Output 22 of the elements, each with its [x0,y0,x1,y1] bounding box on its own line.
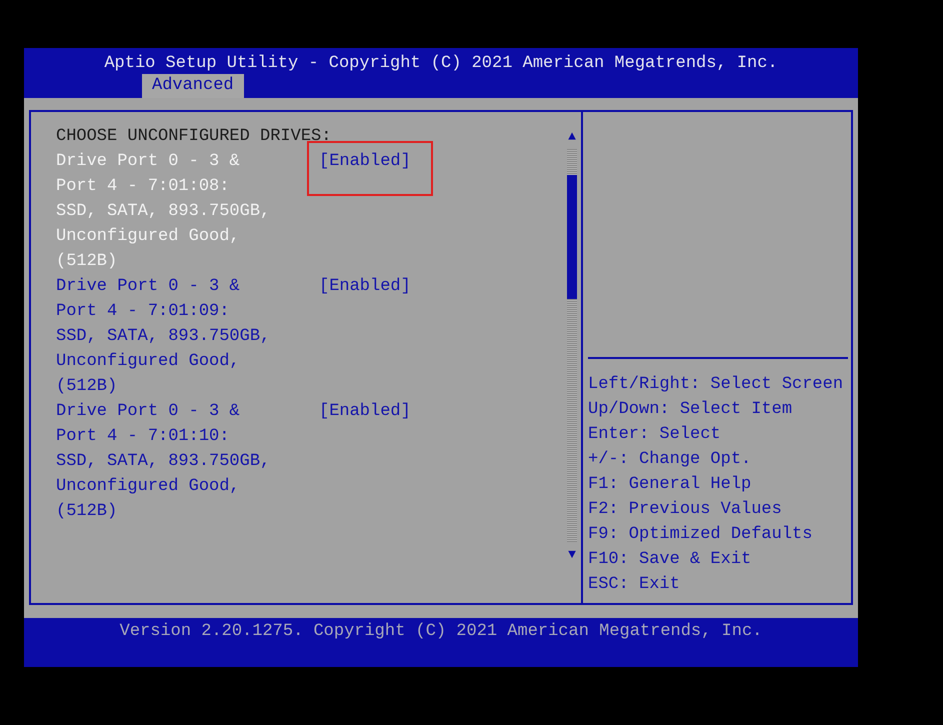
help-text: F9: Optimized Defaults [588,524,814,546]
scroll-up-arrow[interactable]: ▲ [568,124,576,149]
option-value[interactable]: [Enabled] [319,274,411,299]
scrollbar-thumb[interactable] [567,175,577,299]
drive-label[interactable]: Drive Port 0 - 3 & Port 4 - 7:01:10: SSD, SATA, 893.750GB, Unconfigured Good, (512B) [56,399,276,524]
window-title: Aptio Setup Utility - Copyright (C) 2021 American Megatrends, Inc. [103,53,779,75]
help-text: F2: Previous Values [588,499,783,521]
section-heading: CHOOSE UNCONFIGURED DRIVES: [56,126,332,148]
help-text: ESC: Exit [588,574,681,596]
drive-label[interactable]: Drive Port 0 - 3 & Port 4 - 7:01:09: SSD, SATA, 893.750GB, Unconfigured Good, (512B) [56,274,276,399]
help-text: F1: General Help [588,474,752,496]
tab[interactable]: Advanced [142,74,244,98]
help-text: F10: Save & Exit [588,549,752,571]
scrollbar-track[interactable] [567,149,577,542]
version-text: Version 2.20.1275. Copyright (C) 2021 American Megatrends, Inc. [120,621,762,643]
scroll-down-arrow[interactable]: ▼ [568,542,576,567]
help-text: Up/Down: Select Item [588,399,794,421]
option-value[interactable]: [Enabled] [319,399,411,424]
help-text: Left/Right: Select Screen [588,374,844,396]
help-text: Enter: Select [588,424,722,446]
help-text: +/-: Change Opt. [588,449,752,471]
option-value[interactable]: [Enabled] [319,149,411,174]
